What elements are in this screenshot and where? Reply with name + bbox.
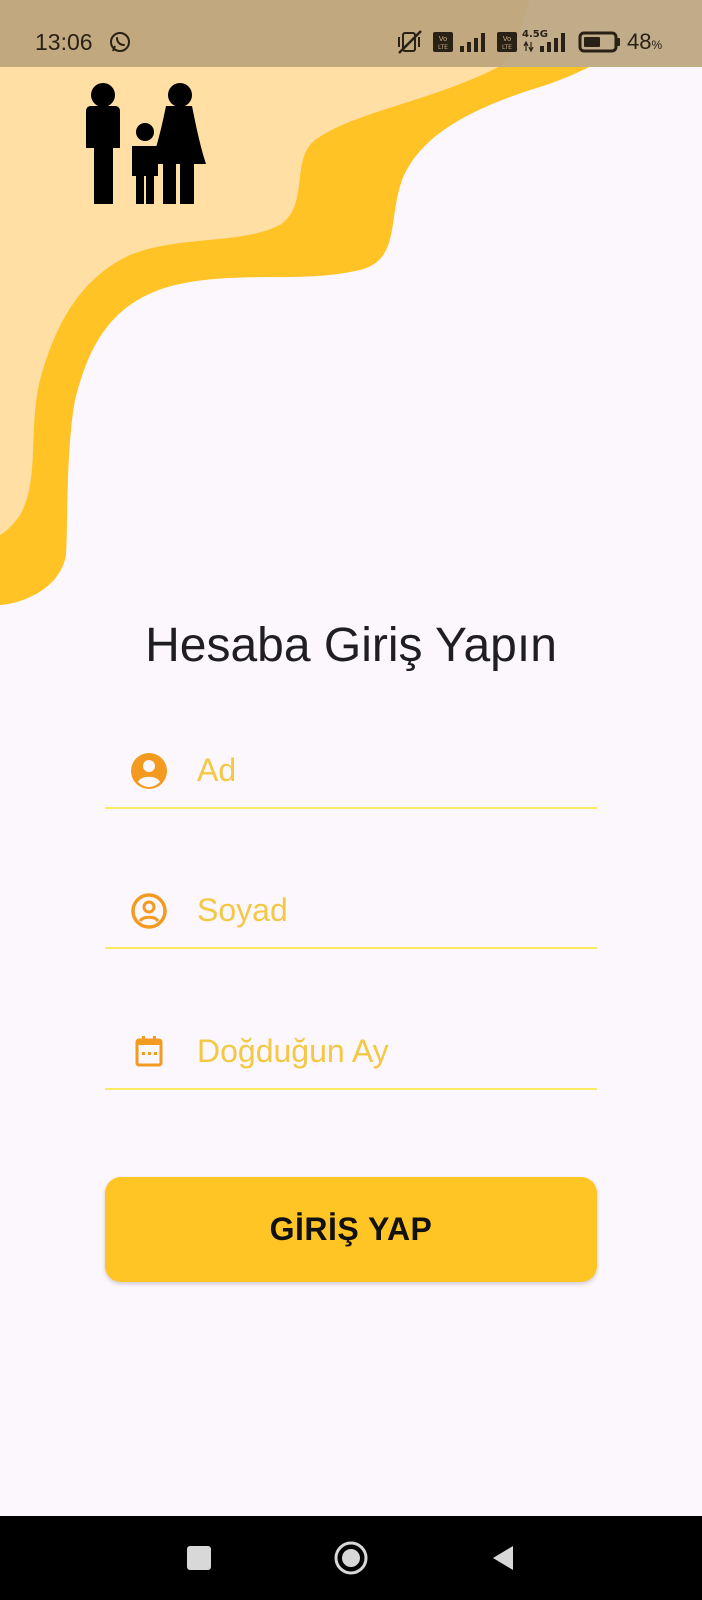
birth-month-field[interactable] [105, 1014, 597, 1090]
calendar-icon [135, 1036, 163, 1067]
last-name-input[interactable] [197, 887, 587, 933]
svg-text:LTE: LTE [438, 44, 448, 51]
last-name-field[interactable] [105, 873, 597, 949]
account-circle-outline-icon [131, 893, 167, 929]
home-icon[interactable] [331, 1538, 371, 1578]
login-button[interactable]: GİRİŞ YAP [105, 1177, 597, 1282]
family-icon [86, 83, 206, 204]
navigation-bar [0, 1516, 702, 1600]
svg-text:Vo: Vo [439, 35, 448, 43]
signal-icon [460, 33, 485, 52]
signal-icon [540, 33, 565, 52]
battery-percentage: 48% [627, 29, 663, 54]
recent-apps-icon[interactable] [179, 1538, 219, 1578]
svg-text:LTE: LTE [502, 44, 512, 51]
birth-month-input[interactable] [197, 1028, 587, 1074]
back-icon[interactable] [483, 1538, 523, 1578]
battery-icon [578, 31, 620, 53]
whatsapp-icon [110, 32, 130, 52]
account-circle-icon [131, 753, 167, 789]
page-title: Hesaba Giriş Yapın [145, 619, 557, 672]
vibrate-off-icon [398, 30, 422, 54]
status-time: 13:06 [35, 29, 93, 55]
volte-icon: Vo LTE [433, 32, 453, 52]
first-name-input[interactable] [197, 747, 587, 793]
svg-text:Vo: Vo [503, 35, 512, 43]
first-name-field[interactable] [105, 733, 597, 809]
volte-icon: Vo LTE [497, 32, 517, 52]
status-bar: 13:06 Vo LTE Vo LTE 4.5G 48% [0, 0, 702, 67]
